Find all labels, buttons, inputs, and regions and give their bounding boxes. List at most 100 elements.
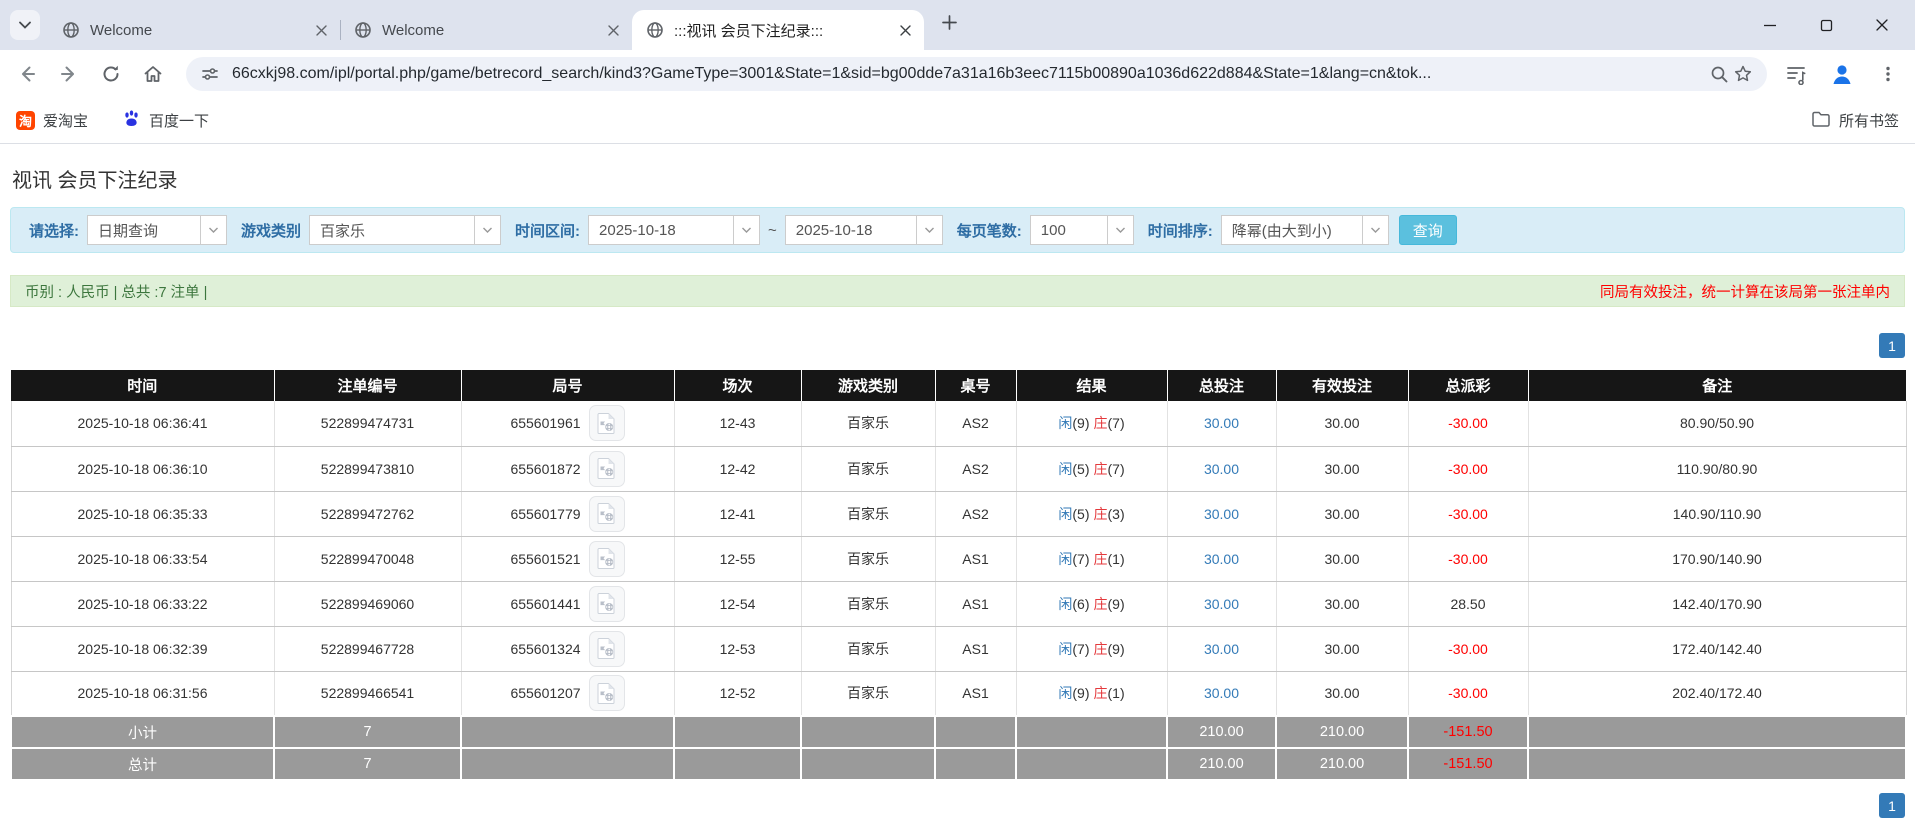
game-type-select[interactable]: 百家乐 [309, 215, 501, 245]
cell-game: 百家乐 [801, 536, 935, 581]
table-row: 2025-10-18 06:32:39 522899467728 6556013… [11, 626, 1906, 671]
cell-time: 2025-10-18 06:36:10 [11, 446, 274, 491]
video-record-icon[interactable] [589, 541, 625, 577]
maximize-icon[interactable] [1817, 16, 1835, 34]
chevron-down-icon [474, 216, 500, 244]
date-from-select[interactable]: 2025-10-18 [588, 215, 760, 245]
date-from-value: 2025-10-18 [589, 216, 733, 244]
cell-game: 百家乐 [801, 446, 935, 491]
all-bookmarks-label: 所有书签 [1839, 110, 1899, 131]
total-bet-link[interactable]: 30.00 [1204, 551, 1239, 567]
media-controls-icon[interactable] [1783, 61, 1809, 87]
video-record-icon[interactable] [589, 451, 625, 487]
url-text[interactable]: 66cxkj98.com/ipl/portal.php/game/betreco… [232, 65, 1697, 83]
subtotal-payout: -151.50 [1408, 716, 1528, 748]
video-record-icon[interactable] [589, 675, 625, 711]
col-bet-id: 注单编号 [274, 370, 461, 401]
cell-remark: 142.40/170.90 [1528, 581, 1906, 626]
date-to-select[interactable]: 2025-10-18 [785, 215, 943, 245]
result-banker-num: (1) [1108, 685, 1125, 701]
tab-close-icon[interactable] [312, 21, 330, 39]
video-record-icon[interactable] [589, 631, 625, 667]
site-info-tune-icon[interactable] [198, 62, 222, 86]
total-bet-link[interactable]: 30.00 [1204, 506, 1239, 522]
round-id: 655601872 [510, 461, 580, 477]
video-record-icon[interactable] [589, 586, 625, 622]
menu-kebab-icon[interactable] [1875, 61, 1901, 87]
cell-total-bet: 30.00 [1167, 491, 1276, 536]
col-game: 游戏类别 [801, 370, 935, 401]
bookmark-baidu[interactable]: 百度一下 [122, 109, 209, 132]
minimize-icon[interactable] [1761, 16, 1779, 34]
reload-icon[interactable] [98, 61, 124, 87]
search-button[interactable]: 查询 [1399, 215, 1457, 245]
col-result: 结果 [1016, 370, 1167, 401]
page-size-select[interactable]: 100 [1030, 215, 1134, 245]
filter-panel: 请选择: 日期查询 游戏类别 百家乐 时间区间: 2025-10-18 ~ 20… [10, 207, 1905, 253]
page-title: 视讯 会员下注纪录 [12, 164, 1905, 193]
result-player-num: (9) [1072, 415, 1089, 431]
cell-session: 12-41 [674, 491, 801, 536]
total-bet-link[interactable]: 30.00 [1204, 685, 1239, 701]
cell-round: 655601324 [461, 626, 674, 671]
result-banker: 庄 [1094, 685, 1108, 701]
video-record-icon[interactable] [589, 496, 625, 532]
cell-time: 2025-10-18 06:33:22 [11, 581, 274, 626]
game-type-value: 百家乐 [310, 216, 474, 244]
back-icon[interactable] [14, 61, 40, 87]
window-controls [1761, 16, 1915, 34]
close-icon[interactable] [1873, 16, 1891, 34]
subtotal-total-bet: 210.00 [1167, 716, 1276, 748]
taobao-icon: 淘 [16, 111, 35, 130]
sort-value: 降幂(由大到小) [1222, 216, 1362, 244]
cell-game: 百家乐 [801, 581, 935, 626]
cell-remark: 170.90/140.90 [1528, 536, 1906, 581]
cell-round: 655601207 [461, 671, 674, 716]
profile-avatar-icon[interactable] [1829, 61, 1855, 87]
total-bet-link[interactable]: 30.00 [1204, 641, 1239, 657]
total-bet-link[interactable]: 30.00 [1204, 596, 1239, 612]
tab-close-icon[interactable] [896, 21, 914, 39]
home-icon[interactable] [140, 61, 166, 87]
query-type-select[interactable]: 日期查询 [87, 215, 227, 245]
total-valid-bet: 210.00 [1276, 748, 1408, 780]
cell-bet-id: 522899469060 [274, 581, 461, 626]
new-tab-button[interactable] [934, 10, 964, 40]
result-player-num: (5) [1072, 506, 1089, 522]
tab-betrecord-active[interactable]: :::视讯 会员下注纪录::: [632, 10, 924, 50]
forward-icon[interactable] [56, 61, 82, 87]
table-row: 2025-10-18 06:36:10 522899473810 6556018… [11, 446, 1906, 491]
result-banker-num: (3) [1108, 506, 1125, 522]
table-header-row: 时间 注单编号 局号 场次 游戏类别 桌号 结果 总投注 有效投注 总派彩 备注 [11, 370, 1906, 401]
tab-welcome-2[interactable]: Welcome [340, 10, 632, 50]
cell-table-no: AS1 [935, 671, 1016, 716]
chevron-down-icon [19, 16, 31, 34]
col-table-no: 桌号 [935, 370, 1016, 401]
total-bet-link[interactable]: 30.00 [1204, 461, 1239, 477]
page-number-button[interactable]: 1 [1879, 333, 1905, 358]
query-type-value: 日期查询 [88, 216, 200, 244]
all-bookmarks-button[interactable]: 所有书签 [1811, 110, 1899, 132]
cell-total-bet: 30.00 [1167, 401, 1276, 446]
cell-time: 2025-10-18 06:32:39 [11, 626, 274, 671]
globe-favicon-icon [646, 21, 664, 39]
round-id: 655601961 [510, 415, 580, 431]
result-player: 闲 [1058, 415, 1072, 431]
result-banker: 庄 [1094, 506, 1108, 522]
col-total-bet: 总投注 [1167, 370, 1276, 401]
zoom-icon[interactable] [1707, 62, 1731, 86]
total-payout: -151.50 [1408, 748, 1528, 780]
bookmark-star-icon[interactable] [1731, 62, 1755, 86]
tab-search-button[interactable] [10, 10, 40, 40]
result-banker: 庄 [1094, 415, 1108, 431]
tab-welcome-1[interactable]: Welcome [48, 10, 340, 50]
page-number-button[interactable]: 1 [1879, 793, 1905, 818]
result-banker: 庄 [1094, 461, 1108, 477]
address-bar[interactable]: 66cxkj98.com/ipl/portal.php/game/betreco… [186, 57, 1767, 91]
cell-valid-bet: 30.00 [1276, 491, 1408, 536]
tab-close-icon[interactable] [604, 21, 622, 39]
video-record-icon[interactable] [589, 405, 625, 441]
bookmark-taobao[interactable]: 淘 爱淘宝 [16, 110, 88, 131]
total-bet-link[interactable]: 30.00 [1204, 415, 1239, 431]
sort-select[interactable]: 降幂(由大到小) [1221, 215, 1389, 245]
